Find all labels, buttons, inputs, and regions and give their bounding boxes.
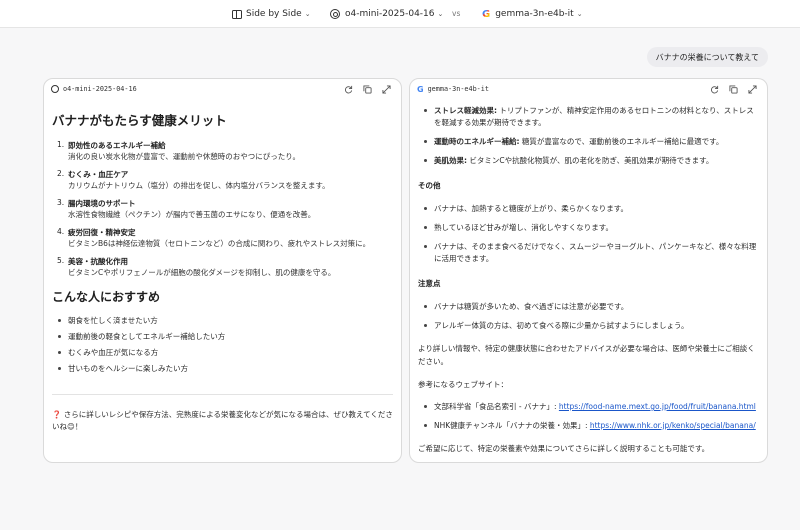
benefits-heading: バナナがもたらす健康メリット <box>52 113 227 128</box>
list-item: アレルギー体質の方は、初めて食べる際に少量から試すようにしましょう。 <box>418 320 759 332</box>
list-item: NHK健康チャンネル「バナナの栄養・効果」: https://www.nhk.o… <box>418 420 759 432</box>
response-panel-a: o4-mini-2025-04-16 バナナがもたらす健康メリット 1. 即効性の… <box>43 78 402 463</box>
effect-text: ビタミンCや抗酸化物質が、肌の老化を防ぎ、美肌効果が期待できます。 <box>467 156 714 165</box>
other-list: バナナは、加熱すると糖度が上がり、柔らかくなります。 熟しているほど甘みが増し、… <box>418 203 759 265</box>
top-bar: Side by Side ⌄ o4-mini-2025-04-16 ⌄ vs G… <box>0 0 800 28</box>
panel-b-actions <box>709 84 757 94</box>
effects-list: ストレス軽減効果: トリプトファンが、精神安定作用のあるセロトニンの材料となり、… <box>418 105 759 167</box>
list-item: 朝食を忙しく済ませたい方 <box>52 315 393 326</box>
closing-text: ❓ さらに詳しいレシピや保存方法、完熟度による栄養変化などが気になる場合は、ぜひ… <box>52 410 393 431</box>
item-number: 2. <box>57 169 65 178</box>
effect-title: 運動時のエネルギー補給: <box>434 137 520 146</box>
effect-title: 美肌効果: <box>434 156 467 165</box>
model-b-label: gemma-3n-e4b-it <box>495 9 574 19</box>
user-message-bubble: バナナの栄養について教えて <box>646 47 768 67</box>
list-item: 3. 腸内環境のサポート水溶性食物繊維（ペクチン）が腸内で善玉菌のエサになり、便通… <box>52 198 393 220</box>
ref-label: 文部科学省「食品名索引 - バナナ」: <box>434 402 559 411</box>
item-desc: ビタミンCやポリフェノールが細胞の酸化ダメージを抑制し、肌の健康を守る。 <box>68 268 336 277</box>
openai-icon <box>330 9 340 19</box>
item-title: 即効性のあるエネルギー補給 <box>68 141 166 150</box>
item-desc: 消化の良い炭水化物が豊富で、運動前や休憩時のおやつにぴったり。 <box>68 152 301 161</box>
response-panel-b: G gemma-3n-e4b-it ストレス軽減効果: トリプトファンが、精神安… <box>409 78 768 463</box>
model-b-selector[interactable]: G gemma-3n-e4b-it ⌄ <box>482 7 583 21</box>
list-item: バナナは、そのまま食べるだけでなく、スムージーやヨーグルト、パンケーキなど、様々… <box>418 241 759 265</box>
other-heading: その他 <box>418 181 441 190</box>
item-number: 4. <box>57 227 65 236</box>
item-desc: カリウムがナトリウム（塩分）の排出を促し、体内塩分バランスを整えます。 <box>68 181 330 190</box>
item-title: 美容・抗酸化作用 <box>68 257 128 266</box>
list-item: 運動前後の軽食としてエネルギー補給したい方 <box>52 331 393 342</box>
recommend-heading: こんな人におすすめ <box>52 290 161 304</box>
recommend-list: 朝食を忙しく済ませたい方 運動前後の軽食としてエネルギー補給したい方 むくみや血… <box>52 315 393 374</box>
list-item: 4. 疲労回復・精神安定ビタミンB6は神経伝達物質（セロトニンなど）の合成に関わり… <box>52 227 393 249</box>
expand-icon[interactable] <box>747 84 757 94</box>
model-a-selector[interactable]: o4-mini-2025-04-16 ⌄ <box>330 7 443 21</box>
ref-link[interactable]: https://food-name.mext.go.jp/food/fruit/… <box>559 402 756 411</box>
benefits-list: 1. 即効性のあるエネルギー補給消化の良い炭水化物が豊富で、運動前や休憩時のおやつ… <box>52 140 393 278</box>
view-mode-label: Side by Side <box>246 9 302 19</box>
google-icon: G <box>482 8 491 20</box>
vs-label: vs <box>452 9 461 18</box>
closing-text: ご希望に応じて、特定の栄養素や効果についてさらに詳しく説明することも可能です。 <box>418 444 710 453</box>
expand-icon[interactable] <box>381 84 391 94</box>
list-item: バナナは糖質が多いため、食べ過ぎには注意が必要です。 <box>418 301 759 313</box>
list-item: 1. 即効性のあるエネルギー補給消化の良い炭水化物が豊富で、運動前や休憩時のおやつ… <box>52 140 393 162</box>
item-title: 疲労回復・精神安定 <box>68 228 136 237</box>
effect-title: ストレス軽減効果: <box>434 106 497 115</box>
copy-icon[interactable] <box>728 84 738 94</box>
list-item: 熟しているほど甘みが増し、消化しやすくなります。 <box>418 222 759 234</box>
effect-text: 糖質が豊富なので、運動前後のエネルギー補給に最適です。 <box>519 137 724 146</box>
list-item: 文部科学省「食品名索引 - バナナ」: https://food-name.me… <box>418 401 759 413</box>
item-desc: 水溶性食物繊維（ペクチン）が腸内で善玉菌のエサになり、便通を改善。 <box>68 210 316 219</box>
list-item: 甘いものをヘルシーに楽しみたい方 <box>52 363 393 374</box>
panel-a-content: バナナがもたらす健康メリット 1. 即効性のあるエネルギー補給消化の良い炭水化物が… <box>44 101 401 462</box>
ref-link[interactable]: https://www.nhk.or.jp/kenko/special/bana… <box>590 421 756 430</box>
list-item: 2. むくみ・血圧ケアカリウムがナトリウム（塩分）の排出を促し、体内塩分バランスを… <box>52 169 393 191</box>
side-by-side-icon <box>232 9 242 19</box>
openai-icon <box>51 85 59 93</box>
list-item: ストレス軽減効果: トリプトファンが、精神安定作用のあるセロトニンの材料となり、… <box>418 105 759 129</box>
item-title: むくみ・血圧ケア <box>68 170 129 179</box>
list-item: バナナは、加熱すると糖度が上がり、柔らかくなります。 <box>418 203 759 215</box>
list-item: 運動時のエネルギー補給: 糖質が豊富なので、運動前後のエネルギー補給に最適です。 <box>418 136 759 148</box>
chevron-down-icon: ⌄ <box>304 10 311 18</box>
panel-b-content: ストレス軽減効果: トリプトファンが、精神安定作用のあるセロトニンの材料となり、… <box>410 99 767 462</box>
google-icon: G <box>417 84 424 94</box>
ref-label: NHK健康チャンネル「バナナの栄養・効果」: <box>434 421 590 430</box>
advice-text: より詳しい情報や、特定の健康状態に合わせたアドバイスが必要な場合は、医師や栄養士… <box>418 344 755 366</box>
chevron-down-icon: ⌄ <box>437 10 444 18</box>
chevron-down-icon: ⌄ <box>576 10 583 18</box>
item-number: 5. <box>57 256 65 265</box>
regenerate-icon[interactable] <box>343 84 353 94</box>
refs-intro: 参考になるウェブサイト： <box>418 380 508 389</box>
item-desc: ビタミンB6は神経伝達物質（セロトニンなど）の合成に関わり、疲れやストレス対策に… <box>68 239 371 248</box>
item-title: 腸内環境のサポート <box>68 199 136 208</box>
item-number: 1. <box>57 140 65 149</box>
list-item: むくみや血圧が気になる方 <box>52 347 393 358</box>
model-a-label: o4-mini-2025-04-16 <box>345 9 435 19</box>
panel-b-model-name: gemma-3n-e4b-it <box>427 85 489 93</box>
panel-a-model-name: o4-mini-2025-04-16 <box>63 85 137 93</box>
caution-heading: 注意点 <box>418 279 441 288</box>
caution-list: バナナは糖質が多いため、食べ過ぎには注意が必要です。 アレルギー体質の方は、初め… <box>418 301 759 332</box>
divider <box>52 394 393 395</box>
list-item: 5. 美容・抗酸化作用ビタミンCやポリフェノールが細胞の酸化ダメージを抑制し、肌の… <box>52 256 393 278</box>
panel-a-actions <box>343 84 391 94</box>
copy-icon[interactable] <box>362 84 372 94</box>
list-item: 美肌効果: ビタミンCや抗酸化物質が、肌の老化を防ぎ、美肌効果が期待できます。 <box>418 155 759 167</box>
view-mode-dropdown[interactable]: Side by Side ⌄ <box>232 7 311 21</box>
regenerate-icon[interactable] <box>709 84 719 94</box>
item-number: 3. <box>57 198 65 207</box>
refs-list: 文部科学省「食品名索引 - バナナ」: https://food-name.me… <box>418 401 759 432</box>
